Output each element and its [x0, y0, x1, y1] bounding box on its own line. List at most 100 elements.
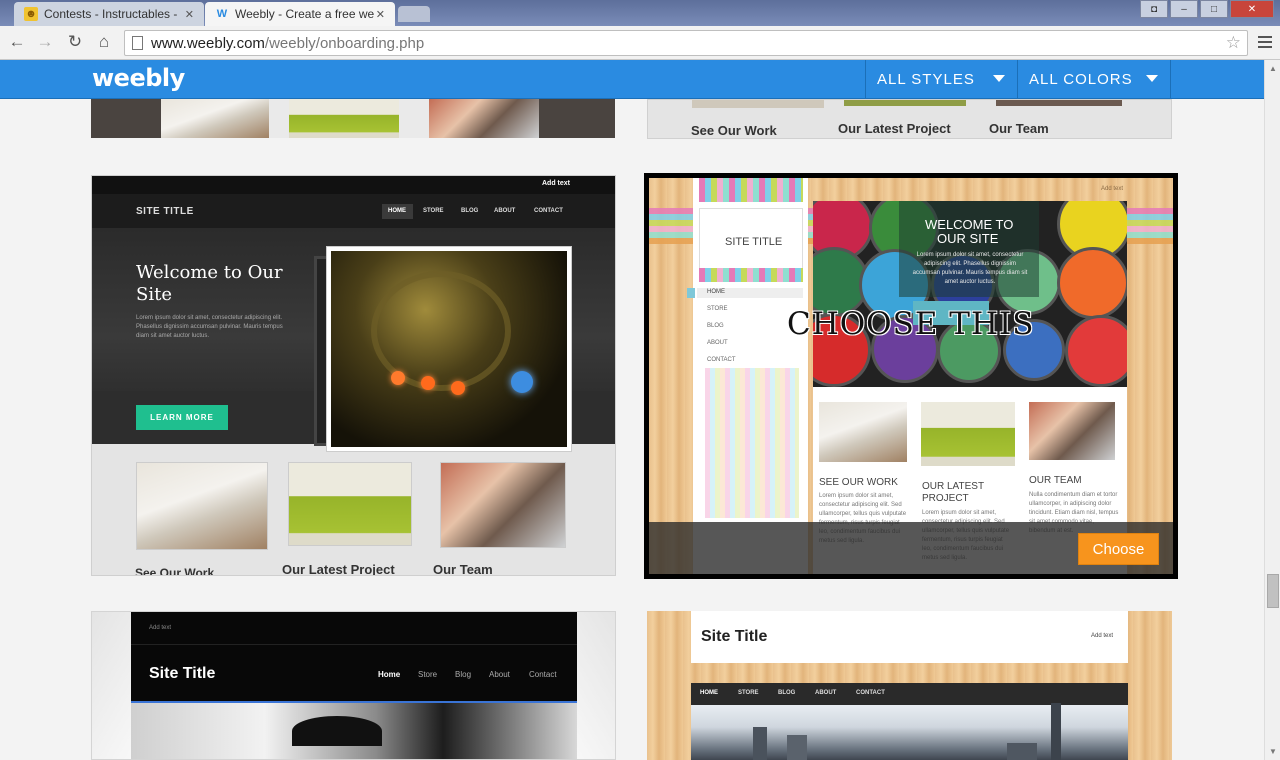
- bookmark-star-icon[interactable]: ☆: [1226, 33, 1241, 53]
- nav-item: Store: [418, 670, 438, 679]
- knob-blue: [511, 371, 533, 393]
- hero-body: Lorem ipsum dolor sit amet, consectetur …: [136, 315, 283, 339]
- weebly-header: weebly ALL STYLES ALL COLORS: [0, 60, 1264, 99]
- building: [753, 727, 767, 760]
- site-title: Site Title: [149, 665, 216, 682]
- window-controls: ◘ – □ ✕: [1140, 0, 1274, 18]
- weebly-logo[interactable]: weebly: [92, 64, 185, 92]
- add-text-link: Add text: [149, 625, 172, 631]
- building-tower: [1051, 703, 1061, 760]
- nav-item: Blog: [455, 670, 472, 679]
- welcome-heading: WELCOME TO: [925, 217, 1014, 232]
- can: [1057, 247, 1127, 319]
- feature-label: Our Team: [989, 121, 1049, 136]
- welcome-heading-line2: OUR SITE: [937, 231, 999, 246]
- lamp-shape: [292, 716, 382, 746]
- ribbon-bottom: [699, 268, 803, 282]
- watercolor-stripes: [705, 368, 799, 518]
- divider: [131, 644, 577, 645]
- forward-arrow-icon[interactable]: →: [34, 32, 56, 52]
- nav-item: Home: [378, 670, 401, 679]
- filter-label: ALL STYLES: [877, 71, 975, 88]
- photo-strip: [692, 100, 824, 108]
- nav-item: STORE: [707, 306, 728, 312]
- url-path: /weebly/onboarding.php: [264, 34, 425, 52]
- nav-item: BLOG: [707, 323, 724, 329]
- tab-title: Contests - Instructables -: [44, 7, 178, 21]
- theme-card-top-right[interactable]: See Our Work Our Latest Project Our Team: [647, 99, 1172, 139]
- divider: [269, 99, 289, 138]
- feature-title: OUR LATEST: [922, 481, 985, 492]
- nav-item: CONTACT: [534, 208, 563, 214]
- learn-more-button: LEARN MORE: [136, 405, 228, 430]
- feature-label: See Our Work: [135, 566, 215, 576]
- maximize-button[interactable]: □: [1200, 0, 1228, 18]
- add-text-link: Add text: [542, 180, 570, 187]
- hero-headline: Welcome to Our: [136, 262, 283, 283]
- nav-item: CONTACT: [856, 690, 885, 696]
- add-text-link: Add text: [1091, 633, 1114, 639]
- page-icon: [132, 36, 143, 50]
- chrome-menu-icon[interactable]: [1258, 33, 1272, 51]
- url-domain: www.weebly.com: [151, 34, 265, 52]
- photo-strip: [844, 100, 966, 106]
- minimize-button[interactable]: –: [1170, 0, 1198, 18]
- nav-item: HOME: [707, 289, 725, 295]
- scroll-down-arrow-icon[interactable]: ▼: [1269, 747, 1277, 756]
- feature-label: Our Latest Project: [282, 562, 395, 576]
- address-bar[interactable]: www.weebly.com/weebly/onboarding.php ☆: [124, 30, 1248, 56]
- back-arrow-icon[interactable]: ←: [6, 32, 28, 52]
- lime-chair-photo: [921, 402, 1015, 466]
- divider: [399, 99, 429, 138]
- browser-chrome: ☻ Contests - Instructables - ✕ W Weebly …: [0, 0, 1280, 60]
- photo-strip: [996, 100, 1122, 106]
- scroll-up-arrow-icon[interactable]: ▲: [1269, 64, 1277, 73]
- team-photo: [1029, 402, 1115, 460]
- user-profile-icon[interactable]: ◘: [1140, 0, 1168, 18]
- page-scrollbar[interactable]: ▲ ▼: [1264, 60, 1280, 760]
- nav-item: STORE: [423, 208, 444, 214]
- instructables-robot-icon: ☻: [24, 7, 38, 21]
- hero-headline-line2: Site: [136, 284, 172, 305]
- theme-card-top-left[interactable]: [91, 99, 615, 138]
- nav-item: ABOUT: [707, 340, 728, 346]
- feature-title: SEE OUR WORK: [819, 477, 898, 488]
- sofa-photo: [136, 462, 268, 550]
- theme-card-studio[interactable]: Add text Site Title Home Store Blog Abou…: [91, 611, 616, 760]
- side-texture: [92, 612, 132, 759]
- all-colors-dropdown[interactable]: ALL COLORS: [1017, 60, 1171, 99]
- nav-item: CONTACT: [707, 357, 736, 363]
- nav-item: Contact: [529, 670, 557, 679]
- side-texture: [577, 612, 615, 759]
- nav-active-marker: [687, 288, 695, 298]
- theme-card-city[interactable]: Site Title Add text HOME STORE BLOG ABOU…: [647, 611, 1172, 760]
- choose-this-overlay-text: CHOOSE THIS: [787, 306, 1035, 342]
- home-icon[interactable]: ⌂: [93, 32, 115, 52]
- team-photo: [440, 462, 566, 548]
- lime-chair-photo: [289, 99, 399, 138]
- feature-label: Our Team: [433, 562, 493, 576]
- theme-card-wood-selected[interactable]: Add text SITE TITLE HOME STORE BLOG ABOU…: [644, 173, 1178, 579]
- paint-cans-photo: WELCOME TO OUR SITE Lorem ipsum dolor si…: [813, 201, 1127, 387]
- tab-weebly[interactable]: W Weebly - Create a free we ✕: [205, 2, 395, 26]
- knob-light: [421, 376, 435, 390]
- tab-instructables[interactable]: ☻ Contests - Instructables - ✕: [14, 2, 204, 26]
- close-tab-icon[interactable]: ✕: [185, 8, 194, 21]
- choose-button[interactable]: Choose: [1078, 533, 1159, 565]
- chevron-down-icon: [993, 75, 1005, 82]
- feature-title-line2: PROJECT: [922, 493, 969, 504]
- reload-icon[interactable]: ↻: [64, 32, 86, 52]
- all-styles-dropdown[interactable]: ALL STYLES: [865, 60, 1017, 99]
- close-tab-icon[interactable]: ✕: [376, 8, 385, 21]
- theme-card-dark[interactable]: Add text SITE TITLE HOME STORE BLOG ABOU…: [91, 175, 616, 576]
- nav-item: About: [489, 670, 510, 679]
- close-window-button[interactable]: ✕: [1230, 0, 1274, 18]
- browser-toolbar: ← → ↻ ⌂ www.weebly.com/weebly/onboarding…: [0, 26, 1280, 60]
- lime-chair-photo: [288, 462, 412, 546]
- scrollbar-thumb[interactable]: [1267, 574, 1279, 608]
- can: [1065, 315, 1127, 387]
- nav-item: BLOG: [461, 208, 479, 214]
- sofa-photo: [819, 402, 907, 462]
- new-tab-button[interactable]: [398, 6, 430, 22]
- site-title: SITE TITLE: [725, 236, 783, 248]
